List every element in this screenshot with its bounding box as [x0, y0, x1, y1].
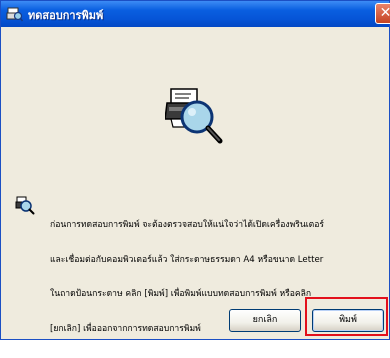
- close-icon: ✕: [379, 5, 390, 21]
- title-bar[interactable]: ทดสอบการพิมพ์ ✕: [1, 1, 390, 27]
- message-line: และเชื่อมต่อกับคอมพิวเตอร์แล้ว ใส่กระดาษ…: [50, 254, 324, 265]
- message-line: ก่อนการทดสอบการพิมพ์ จะต้องตรวจสอบให้แน่…: [50, 220, 325, 230]
- print-button-highlight: [305, 297, 388, 336]
- close-button[interactable]: ✕: [375, 3, 390, 24]
- dialog-body: ก่อนการทดสอบการพิมพ์ จะต้องตรวจสอบให้แน่…: [1, 27, 389, 339]
- printer-test-icon: [6, 6, 24, 22]
- cancel-button[interactable]: ยกเลิก: [229, 309, 301, 332]
- print-test-dialog: ทดสอบการพิมพ์ ✕ ก่อนการทดสอบการพิมพ์ จะต…: [0, 0, 390, 340]
- window-title: ทดสอบการพิมพ์: [28, 9, 104, 22]
- printer-magnifier-small-icon: [15, 196, 35, 215]
- printer-magnifier-icon: [165, 88, 223, 144]
